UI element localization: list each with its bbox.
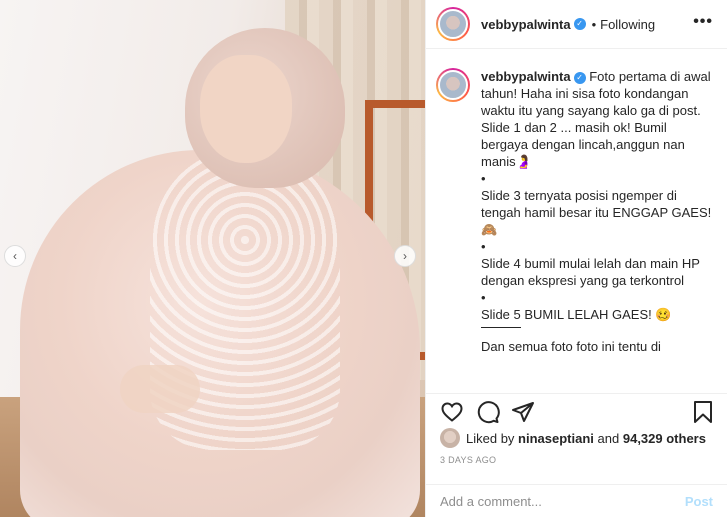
share-icon[interactable]	[511, 400, 535, 424]
more-options-icon[interactable]: •••	[693, 13, 713, 31]
heart-icon[interactable]	[440, 400, 464, 424]
post-date[interactable]: 3 DAYS AGO	[440, 455, 496, 465]
caption-username[interactable]: vebbypalwinta	[481, 69, 571, 84]
bookmark-icon[interactable]	[692, 400, 714, 424]
likes-line: Liked by ninaseptiani and 94,329 others	[440, 428, 706, 448]
caption-line: •	[481, 290, 486, 305]
caption-divider	[481, 327, 521, 328]
post-header: vebbypalwinta ✓ • Following •••	[426, 0, 727, 49]
prev-slide-button[interactable]: ‹	[4, 245, 26, 267]
verified-badge-icon: ✓	[573, 71, 586, 84]
comments-scroll[interactable]: vebbypalwinta ✓ Foto pertama di awal tahu…	[426, 50, 727, 386]
caption-line: Slide 1 dan 2 ... masih ok! Bumil bergay…	[481, 120, 685, 169]
next-slide-button[interactable]: ›	[394, 245, 416, 267]
instagram-post: ‹ › vebbypalwinta ✓ • Following ••• vebb…	[0, 0, 727, 517]
liked-by-prefix: Liked by	[466, 430, 515, 446]
caption-avatar[interactable]	[436, 68, 470, 102]
photo-hand	[120, 365, 200, 413]
liked-by-and: and	[597, 430, 620, 446]
comment-icon[interactable]	[476, 400, 500, 424]
avatar[interactable]	[436, 7, 470, 41]
separator-dot: •	[591, 16, 597, 32]
caption-line: Slide 5 BUMIL LELAH GAES! 🥴	[481, 307, 672, 322]
photo-face	[200, 55, 292, 163]
caption-line: •	[481, 171, 486, 186]
liked-by-user[interactable]: ninaseptiani	[518, 431, 594, 446]
comment-input[interactable]	[440, 493, 685, 509]
following-button[interactable]: Following	[600, 17, 655, 32]
caption-line: Slide 4 bumil mulai lelah dan main HP de…	[481, 256, 700, 288]
comment-form: Post	[426, 484, 727, 517]
verified-badge-icon: ✓	[573, 18, 586, 30]
action-bar	[426, 393, 727, 425]
liked-by-count[interactable]: 94,329 others	[623, 431, 706, 446]
post-photo[interactable]: ‹ ›	[0, 0, 425, 517]
caption-line: •	[481, 239, 486, 254]
chevron-left-icon: ‹	[13, 249, 17, 263]
caption-line: vebbypalwinta ✓ Foto pertama di awal tahu…	[481, 68, 713, 119]
caption: vebbypalwinta ✓ Foto pertama di awal tahu…	[436, 68, 715, 355]
username-link[interactable]: vebbypalwinta	[481, 17, 571, 32]
chevron-right-icon: ›	[403, 249, 407, 263]
liker-avatar[interactable]	[440, 428, 460, 448]
caption-body: vebbypalwinta ✓ Foto pertama di awal tahu…	[481, 68, 713, 355]
caption-line: Dan semua foto foto ini tentu di	[481, 339, 661, 354]
caption-line: Slide 3 ternyata posisi ngemper di tenga…	[481, 188, 712, 237]
post-comment-button[interactable]: Post	[685, 494, 713, 509]
post-sidebar: vebbypalwinta ✓ • Following ••• vebbypal…	[425, 0, 727, 517]
